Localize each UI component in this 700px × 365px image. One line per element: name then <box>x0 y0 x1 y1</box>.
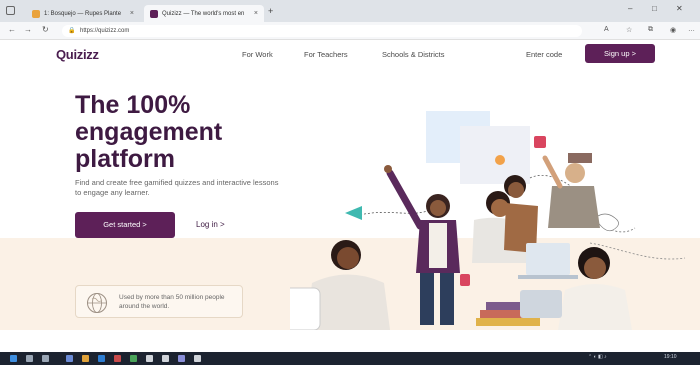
student-face <box>337 247 359 269</box>
taskbar-area: ⌃ ◐ ◧ ♪ 19:10 <box>0 330 700 365</box>
app-icon[interactable] <box>146 355 153 362</box>
screen: 1: Bosquejo — Rupes Plante × Quizizz — T… <box>0 0 700 365</box>
student-face <box>508 182 524 198</box>
system-tray-icons[interactable]: ⌃ ◐ ◧ ♪ <box>588 354 607 360</box>
close-window-icon[interactable]: ✕ <box>676 4 683 13</box>
teacher-raised-arm <box>386 169 424 230</box>
question-card-icon <box>460 274 470 286</box>
app-icon[interactable] <box>162 355 169 362</box>
tab-favicon-icon <box>32 9 40 18</box>
nav-for-teachers[interactable]: For Teachers <box>304 50 348 59</box>
teacher-leg <box>420 273 434 325</box>
users-stat-card: Used by more than 50 million people arou… <box>75 285 243 318</box>
close-icon[interactable]: × <box>130 10 134 17</box>
close-icon[interactable]: × <box>254 10 258 17</box>
student-hair <box>565 163 585 183</box>
tab-label: Quizizz — The world's most en <box>162 10 245 17</box>
dotted-path <box>359 209 431 216</box>
users-stat-text: Used by more than 50 million people arou… <box>119 294 225 310</box>
back-icon[interactable]: ← <box>8 25 16 34</box>
chair <box>290 287 321 330</box>
books-stack <box>568 153 592 163</box>
app-icon[interactable] <box>114 355 121 362</box>
illustration-panel <box>460 126 530 184</box>
quizizz-favicon-icon <box>150 9 158 18</box>
menu-icon[interactable]: … <box>688 26 695 33</box>
teacher-leg <box>440 273 454 325</box>
app-icon[interactable] <box>130 355 137 362</box>
url-text: https://quizizz.com <box>80 28 130 34</box>
read-aloud-icon[interactable]: A <box>604 26 609 33</box>
student-face <box>584 257 606 279</box>
login-link[interactable]: Log in > <box>196 220 225 229</box>
task-view-icon[interactable] <box>42 355 49 362</box>
folder-icon[interactable] <box>82 355 89 362</box>
app-icon[interactable] <box>194 355 201 362</box>
browser-tab-strip: 1: Bosquejo — Rupes Plante × Quizizz — T… <box>0 0 700 22</box>
site-header: Quizizz For Work For Teachers Schools & … <box>0 40 700 68</box>
forward-icon[interactable]: → <box>24 25 32 34</box>
maximize-icon[interactable]: □ <box>652 4 657 13</box>
minimize-icon[interactable]: – <box>628 4 632 13</box>
enter-code-link[interactable]: Enter code <box>526 50 562 59</box>
tab-actions-icon[interactable] <box>6 6 15 15</box>
teacher-shirt <box>429 223 447 268</box>
favorite-icon[interactable]: ☆ <box>626 26 632 34</box>
edge-icon[interactable] <box>98 355 105 362</box>
get-started-button[interactable]: Get started > <box>75 212 175 238</box>
tablet <box>520 290 562 318</box>
globe-icon <box>87 293 107 313</box>
teacher-face <box>430 200 446 216</box>
tab-label: 1: Bosquejo — Rupes Plante <box>44 10 122 17</box>
nav-schools-districts[interactable]: Schools & Districts <box>382 50 445 59</box>
new-tab-button[interactable]: + <box>268 6 273 16</box>
book <box>476 318 540 326</box>
refresh-icon[interactable]: ↻ <box>42 25 49 34</box>
student-shirt <box>548 186 600 228</box>
search-icon[interactable] <box>26 355 33 362</box>
paper-plane-icon <box>345 206 362 220</box>
hero-subtext: Find and create free gamified quizzes an… <box>75 178 279 197</box>
laptop-base <box>518 275 578 279</box>
start-icon[interactable] <box>10 355 17 362</box>
signup-button[interactable]: Sign up > <box>585 44 655 63</box>
tab-bosquejo[interactable]: 1: Bosquejo — Rupes Plante × <box>26 5 140 22</box>
url-input[interactable]: 🔒 https://quizizz.com <box>62 25 582 37</box>
nav-for-work[interactable]: For Work <box>242 50 273 59</box>
hero-illustration <box>290 111 686 330</box>
lock-icon: 🔒 <box>68 28 76 34</box>
teacher-hand <box>384 165 392 173</box>
student-arm <box>542 155 563 189</box>
quizizz-logo[interactable]: Quizizz <box>56 47 99 62</box>
tab-quizizz[interactable]: Quizizz — The world's most en × <box>144 5 264 22</box>
app-icon[interactable] <box>66 355 73 362</box>
app-icon[interactable] <box>178 355 185 362</box>
profile-icon[interactable]: ◉ <box>670 26 676 34</box>
address-bar-row: ← → ↻ 🔒 https://quizizz.com A ☆ ⧉ ◉ … <box>0 22 700 40</box>
clock-text[interactable]: 19:10 <box>664 354 677 360</box>
student-shirt <box>558 284 632 330</box>
alert-badge-icon <box>534 136 546 148</box>
lightbulb-icon <box>495 155 505 165</box>
collections-icon[interactable]: ⧉ <box>648 26 653 34</box>
laptop <box>526 243 570 275</box>
